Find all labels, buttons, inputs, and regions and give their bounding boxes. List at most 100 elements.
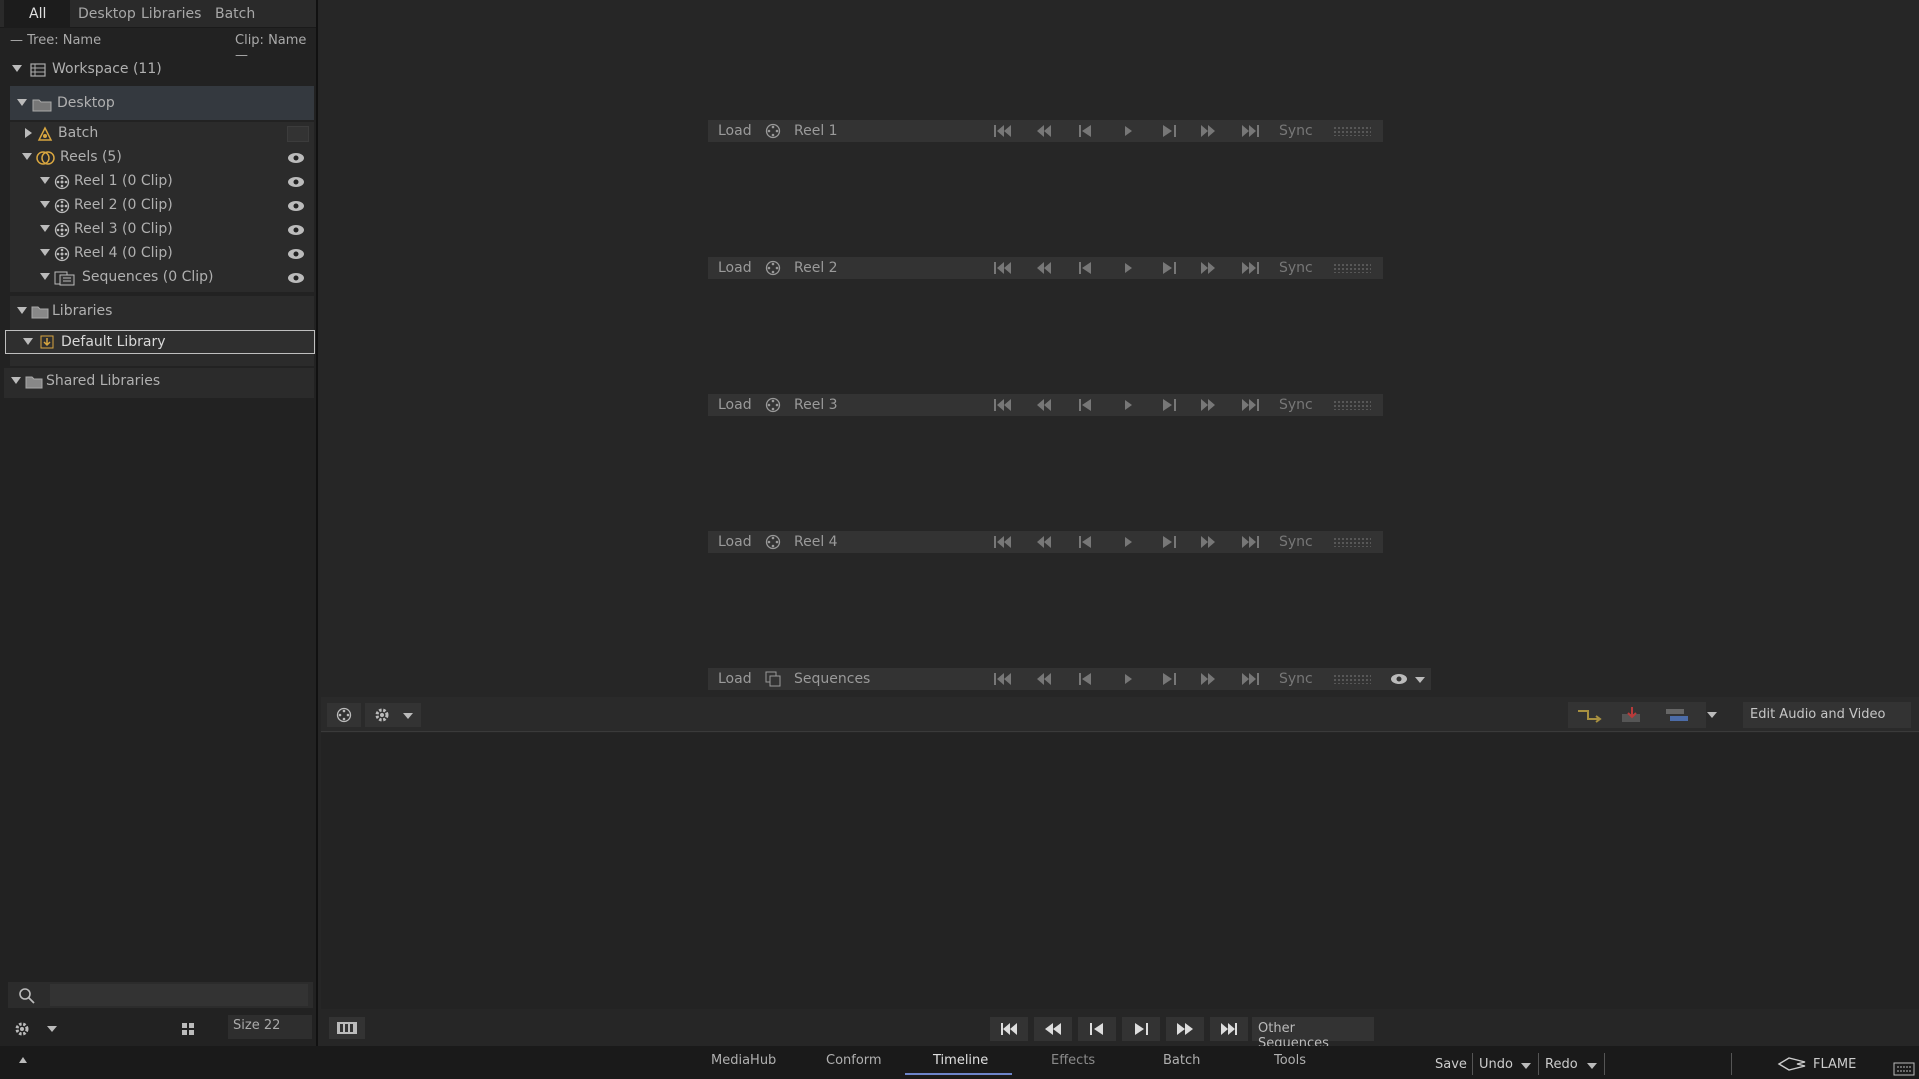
skip-end-icon[interactable] (1236, 260, 1264, 276)
chevron-down-icon[interactable] (40, 225, 50, 232)
skip-end-icon[interactable] (1236, 397, 1264, 413)
reel-mode-button[interactable] (327, 703, 361, 727)
drag-handle[interactable] (1333, 263, 1371, 273)
fast-forward-icon[interactable] (1195, 671, 1223, 687)
eye-icon[interactable] (287, 271, 305, 285)
tab-all[interactable]: All (29, 6, 46, 22)
prev-frame-icon[interactable] (1072, 123, 1100, 139)
redo-button[interactable]: Redo (1545, 1057, 1578, 1072)
timeline-area[interactable] (321, 733, 1919, 1009)
tab-libraries[interactable]: Libraries (141, 6, 201, 22)
prev-frame-icon[interactable] (1072, 397, 1100, 413)
load-button[interactable]: Load (718, 397, 752, 413)
tab-batch[interactable]: Batch (1163, 1053, 1200, 1068)
tab-desktop[interactable]: Desktop (78, 6, 136, 22)
chevron-down-icon[interactable] (22, 153, 32, 160)
fast-forward-icon[interactable] (1195, 397, 1223, 413)
drag-handle[interactable] (1333, 400, 1371, 410)
play-icon[interactable] (1113, 260, 1141, 276)
tree-row-reel-3[interactable]: Reel 3 (0 Clip) (0, 218, 316, 242)
fast-forward-button[interactable] (1166, 1017, 1204, 1041)
prev-frame-button[interactable] (1078, 1017, 1116, 1041)
library-search-input[interactable] (50, 984, 308, 1006)
skip-end-icon[interactable] (1236, 123, 1264, 139)
tab-batch[interactable]: Batch (215, 6, 255, 22)
rewind-icon[interactable] (1031, 260, 1059, 276)
undo-button[interactable]: Undo (1479, 1057, 1513, 1072)
skip-end-icon[interactable] (1236, 534, 1264, 550)
tree-row-reels[interactable]: Reels (5) (0, 146, 316, 170)
rewind-icon[interactable] (1031, 397, 1059, 413)
tree-row-shared-libraries[interactable]: Shared Libraries (0, 370, 316, 394)
sync-button[interactable]: Sync (1279, 671, 1313, 687)
load-button[interactable]: Load (718, 671, 752, 687)
skip-start-icon[interactable] (990, 397, 1018, 413)
eye-icon[interactable] (287, 199, 305, 213)
chevron-up-icon[interactable] (19, 1057, 27, 1063)
skip-start-icon[interactable] (990, 534, 1018, 550)
chevron-down-icon[interactable] (40, 201, 50, 208)
prev-frame-icon[interactable] (1072, 534, 1100, 550)
tree-row-workspace[interactable]: Workspace (11) (0, 58, 316, 82)
chevron-down-icon[interactable] (1587, 1063, 1597, 1069)
sync-button[interactable]: Sync (1279, 123, 1313, 139)
rewind-icon[interactable] (1031, 534, 1059, 550)
chevron-down-icon[interactable] (11, 377, 21, 384)
chevron-down-icon[interactable] (1521, 1063, 1531, 1069)
prev-frame-icon[interactable] (1072, 260, 1100, 276)
gear-icon[interactable] (13, 1020, 31, 1038)
chevron-right-icon[interactable] (25, 128, 32, 138)
rewind-icon[interactable] (1031, 671, 1059, 687)
next-frame-icon[interactable] (1154, 260, 1182, 276)
chevron-down-icon[interactable] (17, 307, 27, 314)
chevron-down-icon[interactable] (12, 65, 22, 72)
chevron-down-icon[interactable] (1707, 712, 1717, 718)
reel-row-3[interactable]: Load Reel 3 Sync (708, 394, 1383, 416)
chevron-down-icon[interactable] (17, 99, 27, 106)
next-frame-button[interactable] (1122, 1017, 1160, 1041)
edit-mode-select[interactable]: Edit Audio and Video (1743, 702, 1911, 728)
next-frame-icon[interactable] (1154, 123, 1182, 139)
fast-forward-icon[interactable] (1195, 534, 1223, 550)
save-button[interactable]: Save (1435, 1057, 1467, 1072)
tab-effects[interactable]: Effects (1051, 1053, 1095, 1068)
eye-icon[interactable] (287, 223, 305, 237)
reel-row-2[interactable]: Load Reel 2 Sync (708, 257, 1383, 279)
tree-row-reel-4[interactable]: Reel 4 (0 Clip) (0, 242, 316, 266)
tree-row-default-library[interactable]: Default Library (5, 330, 315, 354)
play-icon[interactable] (1113, 671, 1141, 687)
rewind-button[interactable] (1034, 1017, 1072, 1041)
next-frame-icon[interactable] (1154, 397, 1182, 413)
fast-forward-icon[interactable] (1195, 260, 1223, 276)
eye-icon[interactable] (287, 247, 305, 261)
skip-start-icon[interactable] (990, 260, 1018, 276)
tree-row-reel-1[interactable]: Reel 1 (0 Clip) (0, 170, 316, 194)
drag-handle[interactable] (1333, 126, 1371, 136)
skip-start-icon[interactable] (990, 671, 1018, 687)
skip-start-icon[interactable] (990, 123, 1018, 139)
load-button[interactable]: Load (718, 123, 752, 139)
sync-button[interactable]: Sync (1279, 397, 1313, 413)
storyboard-toggle-button[interactable] (329, 1017, 365, 1039)
tree-row-reel-2[interactable]: Reel 2 (0 Clip) (0, 194, 316, 218)
reel-row-1[interactable]: Load Reel 1 Sync (708, 120, 1383, 142)
tab-mediahub[interactable]: MediaHub (711, 1053, 776, 1068)
chevron-down-icon[interactable] (40, 177, 50, 184)
play-icon[interactable] (1113, 534, 1141, 550)
sync-button[interactable]: Sync (1279, 260, 1313, 276)
timeline-settings-button[interactable] (365, 703, 421, 727)
other-sequences-button[interactable]: Other Sequences (1252, 1017, 1374, 1051)
load-button[interactable]: Load (718, 534, 752, 550)
chevron-down-icon[interactable] (23, 338, 33, 345)
drag-handle[interactable] (1333, 674, 1371, 684)
eye-icon[interactable] (1390, 673, 1408, 685)
chevron-down-icon[interactable] (47, 1026, 57, 1032)
fast-forward-icon[interactable] (1195, 123, 1223, 139)
load-button[interactable]: Load (718, 260, 752, 276)
chevron-down-icon[interactable] (40, 249, 50, 256)
drag-handle[interactable] (1333, 537, 1371, 547)
eye-icon[interactable] (287, 151, 305, 165)
tree-sort-label[interactable]: — Tree: Name (10, 33, 101, 48)
overwrite-edit-icon[interactable] (1576, 707, 1602, 723)
reel-name[interactable]: Sequences (794, 671, 870, 687)
